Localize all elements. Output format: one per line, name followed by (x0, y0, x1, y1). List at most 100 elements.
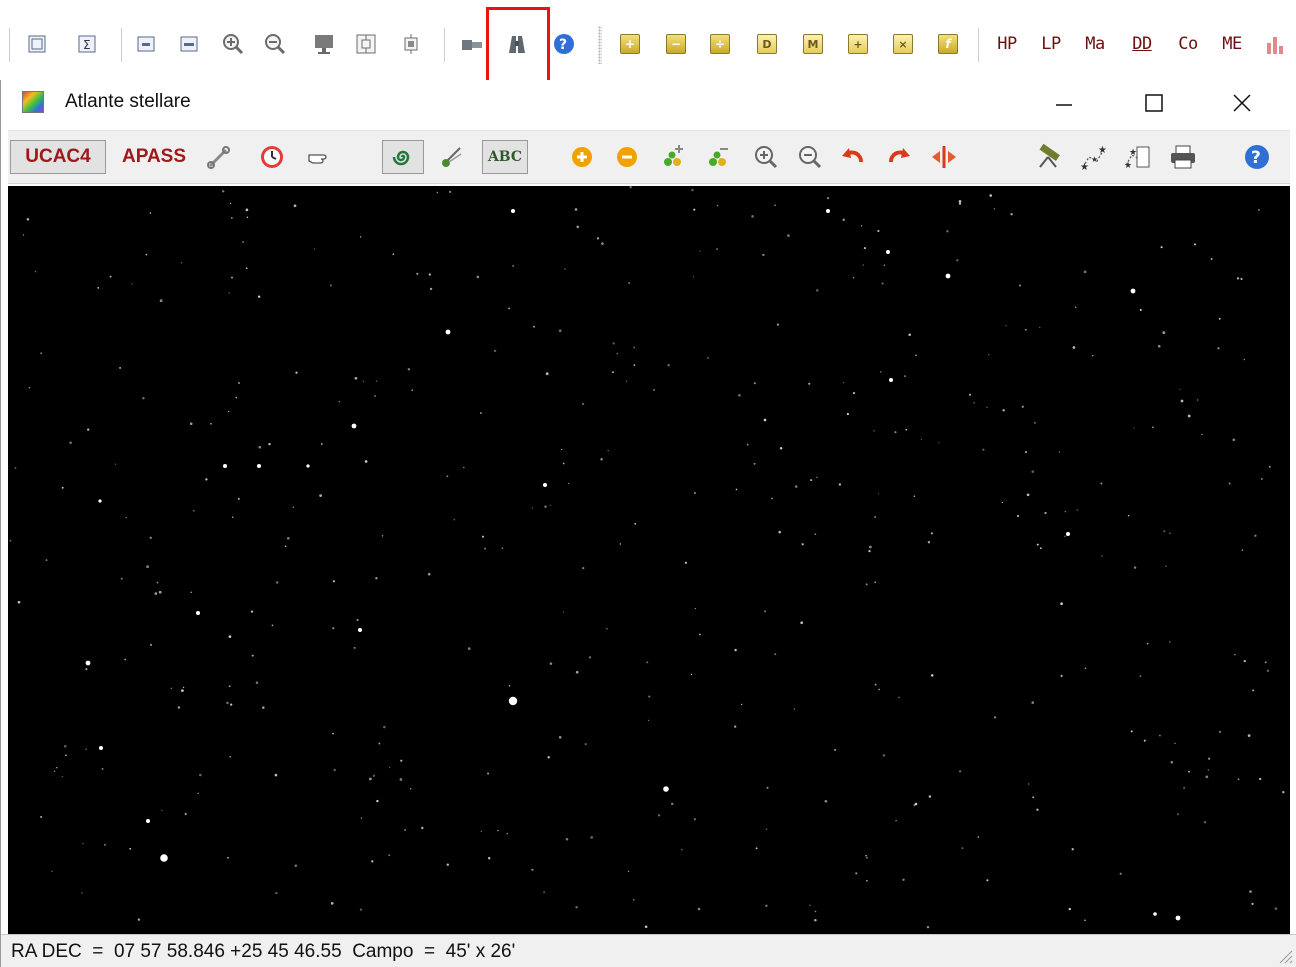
faint-star (242, 241, 244, 243)
lp-button[interactable]: LP (1036, 32, 1066, 56)
me-button[interactable]: ME (1216, 32, 1248, 56)
center-icon[interactable] (398, 32, 424, 56)
clock-icon[interactable] (257, 140, 287, 174)
telescope-icon[interactable] (1032, 140, 1066, 174)
ucac4-catalog-button[interactable]: UCAC4 (10, 140, 106, 174)
faint-star (1241, 549, 1244, 552)
faint-star (531, 507, 533, 509)
faint-star (1257, 209, 1260, 211)
faint-star (416, 272, 419, 275)
fewer-stars-icon[interactable] (704, 140, 734, 174)
flip-horizontal-icon[interactable] (928, 140, 960, 174)
pointer-hand-icon[interactable] (305, 140, 335, 174)
rotate-left-icon[interactable] (837, 140, 869, 174)
faint-star (928, 795, 932, 798)
m-tile-button[interactable]: M (803, 32, 823, 56)
function-tile-button[interactable]: f (938, 32, 958, 56)
toolbar-separator (121, 28, 122, 62)
constellation-icon[interactable]: ★ ★ ★ (1077, 140, 1111, 174)
faint-star (359, 236, 362, 238)
rotate-right-icon[interactable] (883, 140, 915, 174)
faint-star (993, 208, 996, 210)
close-icon (1233, 94, 1251, 112)
window-small-icon[interactable] (133, 32, 159, 56)
ma-button[interactable]: Ma (1078, 32, 1112, 56)
faint-star (774, 204, 776, 207)
apass-catalog-button[interactable]: APASS (116, 140, 192, 174)
faint-star (880, 371, 882, 373)
faint-star (814, 918, 817, 922)
svg-text:★: ★ (1124, 160, 1132, 170)
faint-star (707, 357, 709, 359)
faint-star (463, 466, 465, 469)
faint-star (22, 234, 25, 236)
faint-star (483, 547, 487, 550)
bright-star (160, 854, 168, 862)
zoom-in-icon[interactable] (751, 140, 781, 174)
faint-star (85, 748, 87, 751)
d-tile-button[interactable]: D (757, 32, 777, 56)
maximize-button[interactable] (1131, 85, 1177, 121)
faint-star (625, 380, 628, 382)
zoom-out-icon[interactable] (262, 32, 288, 56)
faint-star (159, 591, 162, 594)
faint-star (1133, 427, 1135, 429)
faint-star (231, 516, 234, 518)
document-icon[interactable] (24, 32, 50, 56)
faint-star (549, 662, 553, 665)
resize-grip-icon[interactable] (1277, 948, 1293, 964)
faint-star (14, 466, 17, 469)
subtract-tile-button[interactable]: − (666, 32, 686, 56)
faint-star (873, 430, 875, 432)
faint-star (82, 843, 84, 845)
zoom-in-icon[interactable] (220, 32, 246, 56)
more-stars-icon[interactable] (659, 140, 689, 174)
close-button[interactable] (1219, 85, 1265, 121)
faint-star (865, 854, 867, 857)
faint-star (1016, 514, 1020, 518)
bright-star (98, 499, 102, 503)
faint-star (958, 200, 962, 203)
plus-boxed-tile-button[interactable]: + (848, 32, 868, 56)
minimize-button[interactable] (1041, 85, 1087, 121)
add-tile-button[interactable]: + (620, 32, 640, 56)
sky-chart[interactable] (8, 186, 1290, 934)
faint-star (245, 208, 249, 212)
bright-star (1130, 288, 1136, 294)
magnitude-increase-icon[interactable] (568, 140, 596, 174)
faint-star (838, 483, 842, 486)
comet-icon[interactable] (436, 140, 466, 174)
faint-star (776, 323, 780, 326)
faint-star (774, 653, 777, 656)
svg-text:★: ★ (1098, 145, 1107, 156)
divide-tile-button[interactable]: ÷ (710, 32, 730, 56)
faint-star (616, 352, 619, 355)
labels-toggle[interactable]: ABC (482, 140, 528, 174)
faint-star (1254, 534, 1257, 537)
magnitude-decrease-icon[interactable] (613, 140, 641, 174)
faint-star (628, 282, 631, 284)
co-button[interactable]: Co (1172, 32, 1204, 56)
faint-star (575, 670, 579, 674)
faint-star (362, 380, 365, 382)
faint-star (161, 809, 163, 811)
fit-window-icon[interactable] (353, 32, 379, 56)
dd-button[interactable]: DD (1126, 32, 1158, 56)
faint-star (763, 610, 767, 613)
times-tile-button[interactable]: × (893, 32, 913, 56)
telescope-icon[interactable] (458, 32, 486, 56)
window-wide-icon[interactable] (176, 32, 202, 56)
sum-icon[interactable]: Σ (74, 32, 100, 56)
faint-star (1058, 451, 1061, 453)
tools-icon[interactable] (204, 140, 234, 174)
help-icon[interactable]: ? (551, 32, 577, 56)
monitor-icon[interactable] (311, 32, 337, 56)
print-icon[interactable] (1166, 140, 1200, 174)
help-icon[interactable]: ? (1240, 140, 1274, 174)
faint-star (1101, 555, 1103, 557)
galaxy-toggle[interactable] (382, 140, 424, 174)
hp-button[interactable]: HP (992, 32, 1022, 56)
chart-stars-icon[interactable]: ★ ★ (1121, 140, 1155, 174)
zoom-out-icon[interactable] (795, 140, 825, 174)
histogram-icon[interactable] (1262, 32, 1292, 56)
